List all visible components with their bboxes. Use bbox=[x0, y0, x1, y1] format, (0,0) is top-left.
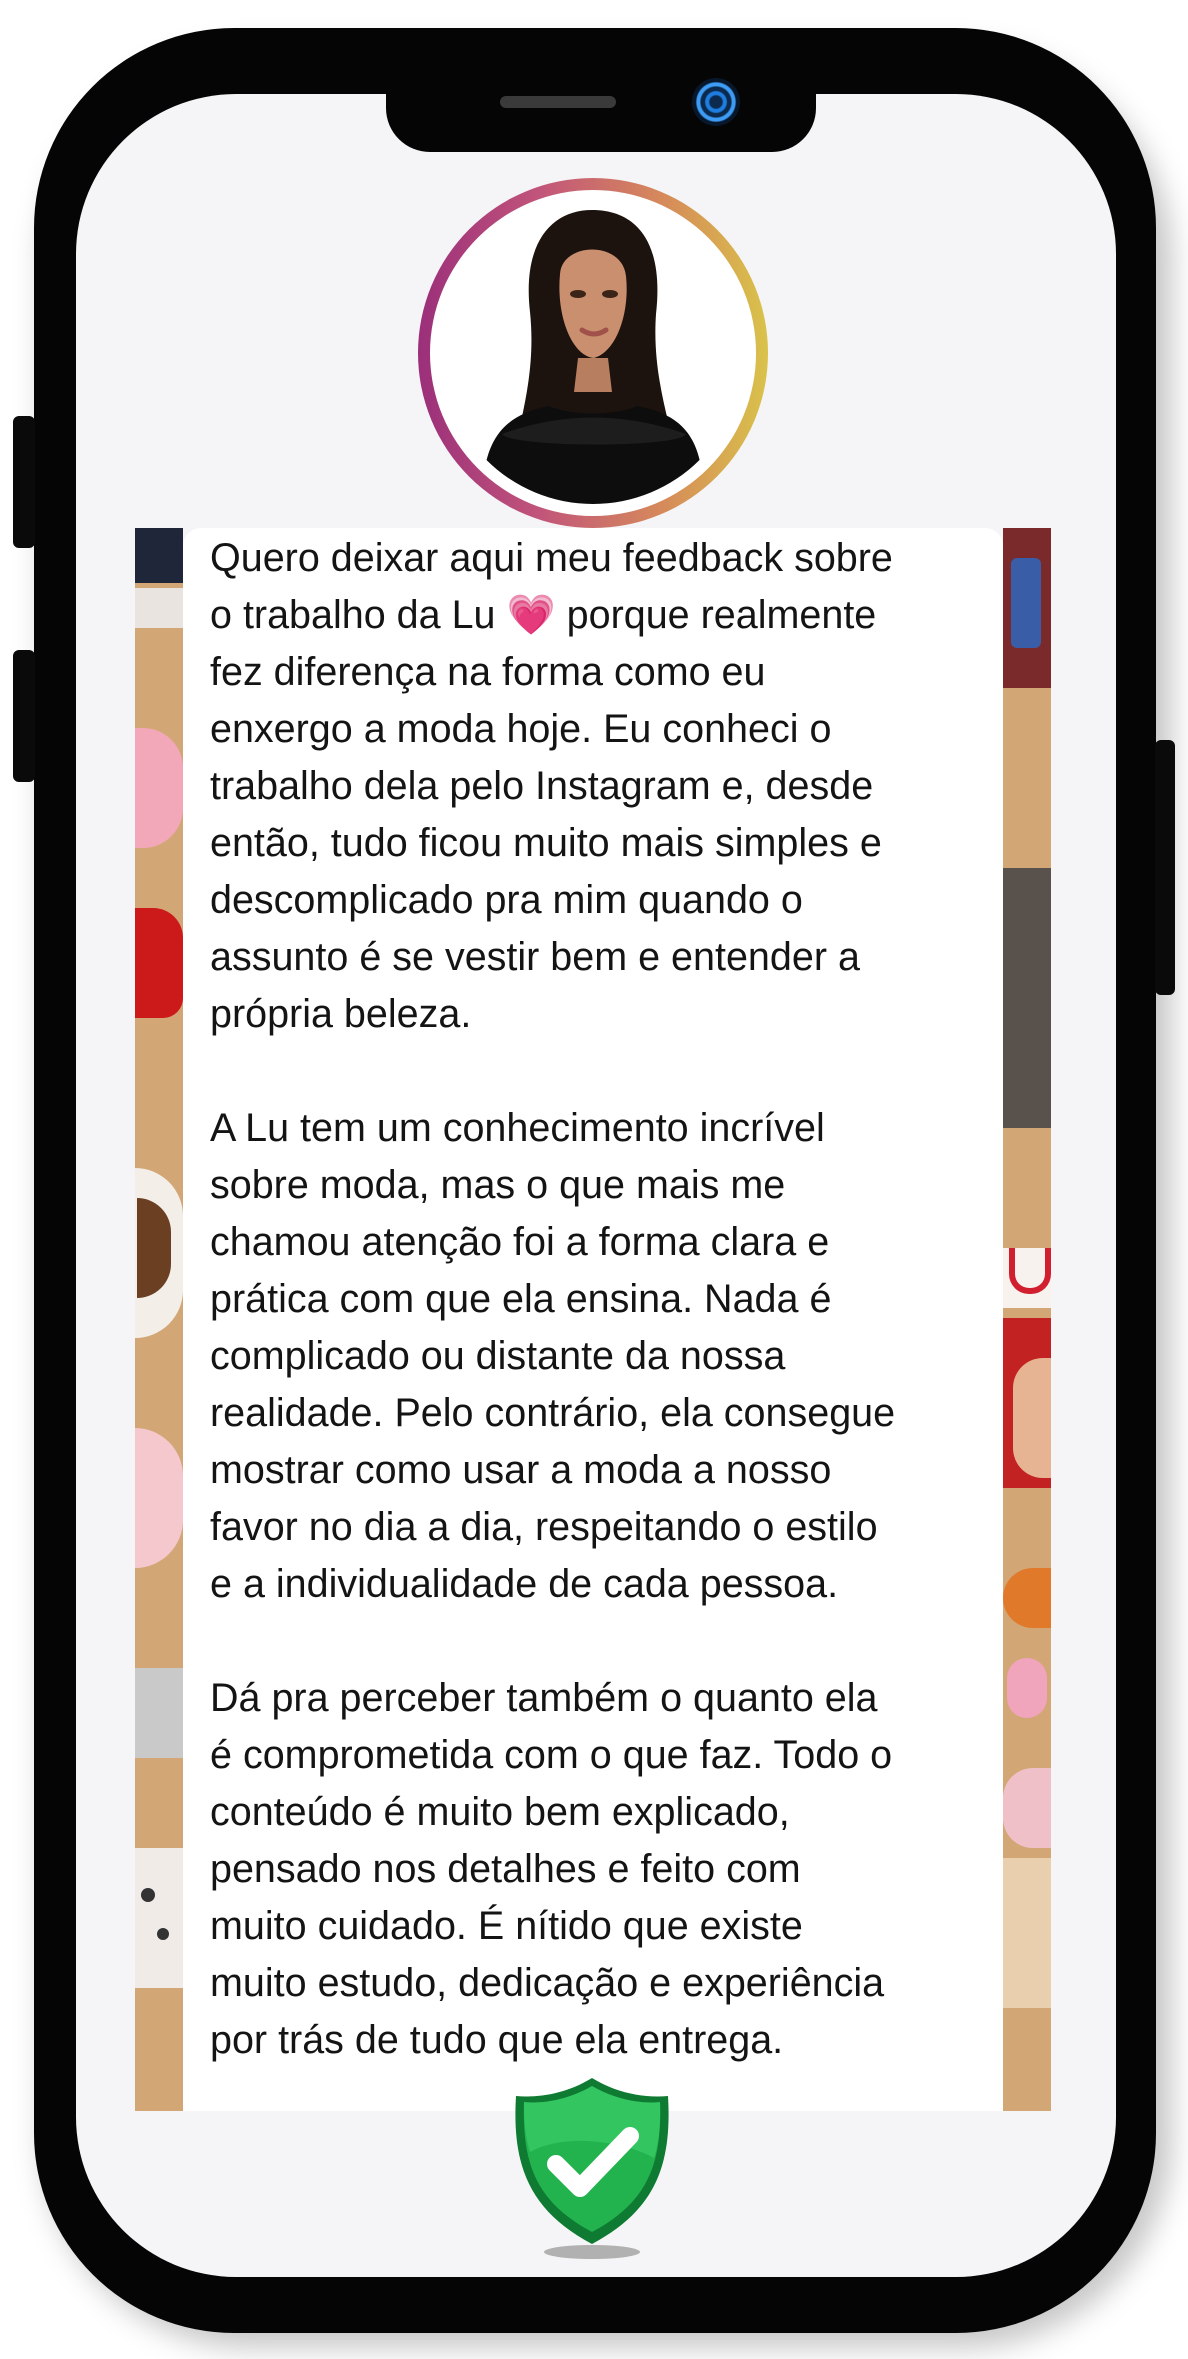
avatar-frame bbox=[430, 190, 756, 516]
testimonial-paragraph-1: Quero deixar aqui meu feedback sobre o t… bbox=[210, 530, 990, 1043]
avatar-story-ring bbox=[418, 178, 768, 528]
decorative-collage-left bbox=[135, 528, 183, 2111]
paragraph-1-text-end: porque realmente fez diferença na forma … bbox=[210, 593, 882, 1036]
testimonial-paragraph-3: Dá pra perceber também o quanto ela é co… bbox=[210, 1676, 893, 2062]
speaker-grille bbox=[500, 96, 616, 108]
silent-switch bbox=[13, 416, 35, 548]
avatar-portrait-illustration bbox=[442, 202, 744, 504]
pink-heart-icon: 💗 bbox=[506, 593, 556, 637]
volume-button bbox=[13, 650, 35, 782]
testimonial-paragraph-2: A Lu tem um conhecimento incrível sobre … bbox=[210, 1106, 896, 1606]
avatar bbox=[442, 202, 744, 504]
power-button bbox=[1155, 740, 1175, 995]
decorative-collage-right bbox=[1003, 528, 1051, 2111]
front-camera-icon bbox=[692, 78, 740, 126]
testimonial-card: Quero deixar aqui meu feedback sobre o t… bbox=[183, 528, 1003, 2111]
verified-badge-graphic bbox=[515, 2078, 669, 2259]
phone-notch bbox=[386, 56, 816, 152]
verified-check-shield-icon bbox=[506, 2072, 678, 2262]
testimonial-text: Quero deixar aqui meu feedback sobre o t… bbox=[210, 530, 990, 2069]
